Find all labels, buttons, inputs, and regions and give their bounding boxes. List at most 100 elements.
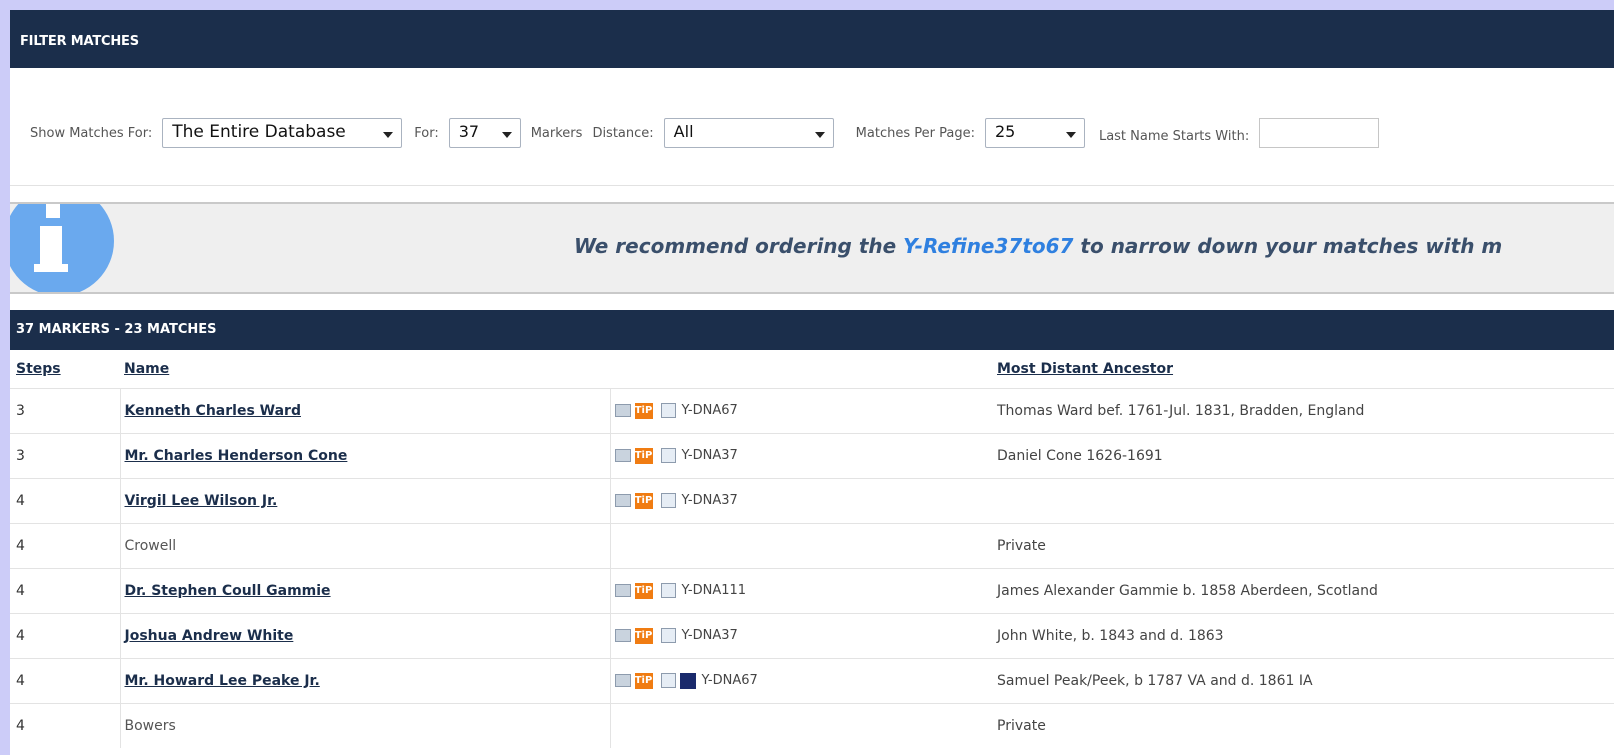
email-icon[interactable] (614, 584, 631, 597)
notes-icon[interactable] (660, 673, 676, 688)
markers-value: 37 (458, 122, 480, 141)
results-header: 37 MARKERS - 23 MATCHES (10, 310, 1614, 350)
actions-cell: TiP Y-DNA37 (610, 432, 997, 478)
show-matches-for-label: Show Matches For: (30, 125, 153, 141)
ancestor-cell (997, 477, 1614, 523)
kit-type: Y-DNA67 (701, 673, 758, 688)
actions-cell: TiP Y-DNA67 (610, 657, 997, 703)
table-row: 4 Virgil Lee Wilson Jr. TiP Y-DNA37 (10, 477, 1614, 523)
chevron-down-icon (814, 132, 825, 138)
tip-icon[interactable]: TiP (634, 492, 653, 509)
notes-icon[interactable] (660, 628, 676, 643)
distance-value: All (673, 122, 694, 141)
match-name-link[interactable]: Mr. Charles Henderson Cone (125, 448, 348, 464)
actions-cell: TiP Y-DNA37 (610, 612, 997, 658)
tip-icon[interactable]: TiP (634, 627, 653, 644)
chevron-down-icon (383, 132, 394, 138)
steps-cell: 4 (10, 702, 121, 748)
filter-matches-header: FILTER MATCHES (10, 10, 1614, 68)
chevron-down-icon (1065, 132, 1076, 138)
name-cell: Dr. Stephen Coull Gammie (120, 567, 611, 613)
distance-select[interactable]: All (663, 118, 834, 148)
kit-column-header (610, 350, 997, 388)
notes-icon[interactable] (660, 403, 676, 418)
match-actions: TiP Y-DNA37 (614, 627, 738, 644)
tip-icon[interactable]: TiP (634, 447, 653, 464)
email-icon[interactable] (614, 404, 631, 417)
recommendation-banner: We recommend ordering the Y-Refine37to67… (10, 202, 1614, 294)
kit-type: Y-DNA37 (681, 493, 738, 508)
tip-icon[interactable]: TiP (634, 402, 653, 419)
table-row: 3 Mr. Charles Henderson Cone TiP Y-DNA37… (10, 432, 1614, 478)
notes-icon[interactable] (660, 493, 676, 508)
markers-label: Markers (530, 125, 583, 141)
actions-cell: TiP Y-DNA67 (610, 387, 997, 433)
info-icon (10, 204, 114, 292)
name-cell: Mr. Howard Lee Peake Jr. (120, 657, 611, 703)
notes-icon[interactable] (660, 583, 676, 598)
for-label: For: (414, 125, 439, 141)
steps-column-header[interactable]: Steps (10, 350, 120, 388)
actions-cell: TiP Y-DNA111 (610, 567, 997, 613)
kit-type: Y-DNA37 (681, 448, 738, 463)
chevron-down-icon (501, 132, 512, 138)
name-cell: Mr. Charles Henderson Cone (120, 432, 611, 478)
show-matches-for-value: The Entire Database (172, 122, 346, 142)
email-icon[interactable] (614, 674, 631, 687)
tip-icon[interactable]: TiP (634, 672, 653, 689)
table-row: 4 Bowers Private (10, 702, 1614, 748)
match-actions: TiP Y-DNA111 (614, 582, 747, 599)
ancestor-cell: Samuel Peak/Peek, b 1787 VA and d. 1861 … (997, 657, 1614, 703)
matches-per-page-value: 25 (994, 122, 1016, 141)
filter-row: Show Matches For: The Entire Database Fo… (30, 118, 1380, 148)
recommendation-text-end: to narrow down your matches with m (1073, 234, 1503, 258)
email-icon[interactable] (614, 494, 631, 507)
steps-cell: 4 (10, 612, 121, 658)
match-name: Bowers (124, 717, 176, 734)
matches-table-body: 3 Kenneth Charles Ward TiP Y-DNA67 Thoma… (10, 387, 1614, 748)
matches-table: Steps Name Most Distant Ancestor 3 Kenne… (10, 350, 1614, 748)
actions-cell: TiP Y-DNA37 (610, 477, 997, 523)
table-row: 4 Crowell Private (10, 522, 1614, 568)
match-actions: TiP Y-DNA67 (614, 402, 738, 419)
ancestor-column-header[interactable]: Most Distant Ancestor (997, 350, 1614, 388)
steps-cell: 4 (10, 567, 121, 613)
name-cell: Crowell (120, 522, 611, 568)
steps-cell: 3 (10, 387, 121, 433)
ancestor-cell: Daniel Cone 1626-1691 (997, 432, 1614, 478)
matches-per-page-select[interactable]: 25 (984, 118, 1085, 148)
kit-type: Y-DNA37 (681, 628, 738, 643)
distance-label: Distance: (592, 125, 654, 141)
show-matches-for-select[interactable]: The Entire Database (162, 118, 403, 148)
last-name-input[interactable] (1259, 118, 1380, 148)
ancestor-cell: James Alexander Gammie b. 1858 Aberdeen,… (997, 567, 1614, 613)
ancestor-cell: Thomas Ward bef. 1761-Jul. 1831, Bradden… (997, 387, 1614, 433)
recommendation-text: We recommend ordering the Y-Refine37to67… (574, 234, 1502, 258)
actions-cell (610, 702, 997, 748)
name-cell: Joshua Andrew White (120, 612, 611, 658)
match-name-link[interactable]: Dr. Stephen Coull Gammie (125, 583, 331, 599)
markers-select[interactable]: 37 (448, 118, 521, 148)
last-name-label: Last Name Starts With: (1098, 128, 1250, 144)
kit-type: Y-DNA67 (681, 403, 738, 418)
matches-per-page-label: Matches Per Page: (855, 125, 975, 141)
match-name-link[interactable]: Kenneth Charles Ward (125, 403, 301, 419)
match-name-link[interactable]: Joshua Andrew White (125, 628, 294, 644)
family-tree-icon[interactable] (679, 672, 696, 689)
ancestor-cell: Private (997, 702, 1614, 748)
match-name-link[interactable]: Virgil Lee Wilson Jr. (125, 493, 278, 509)
steps-cell: 4 (10, 477, 121, 523)
match-actions: TiP Y-DNA37 (614, 447, 738, 464)
email-icon[interactable] (614, 449, 631, 462)
name-cell: Bowers (120, 702, 611, 748)
kit-type: Y-DNA111 (681, 583, 747, 598)
notes-icon[interactable] (660, 448, 676, 463)
match-name-link[interactable]: Mr. Howard Lee Peake Jr. (125, 673, 320, 689)
actions-cell (610, 522, 997, 568)
ancestor-cell: Private (997, 522, 1614, 568)
name-column-header[interactable]: Name (120, 350, 610, 388)
table-row: 4 Mr. Howard Lee Peake Jr. TiP Y-DNA67 S… (10, 657, 1614, 703)
y-refine-link[interactable]: Y-Refine37to67 (903, 234, 1073, 258)
tip-icon[interactable]: TiP (634, 582, 653, 599)
email-icon[interactable] (614, 629, 631, 642)
